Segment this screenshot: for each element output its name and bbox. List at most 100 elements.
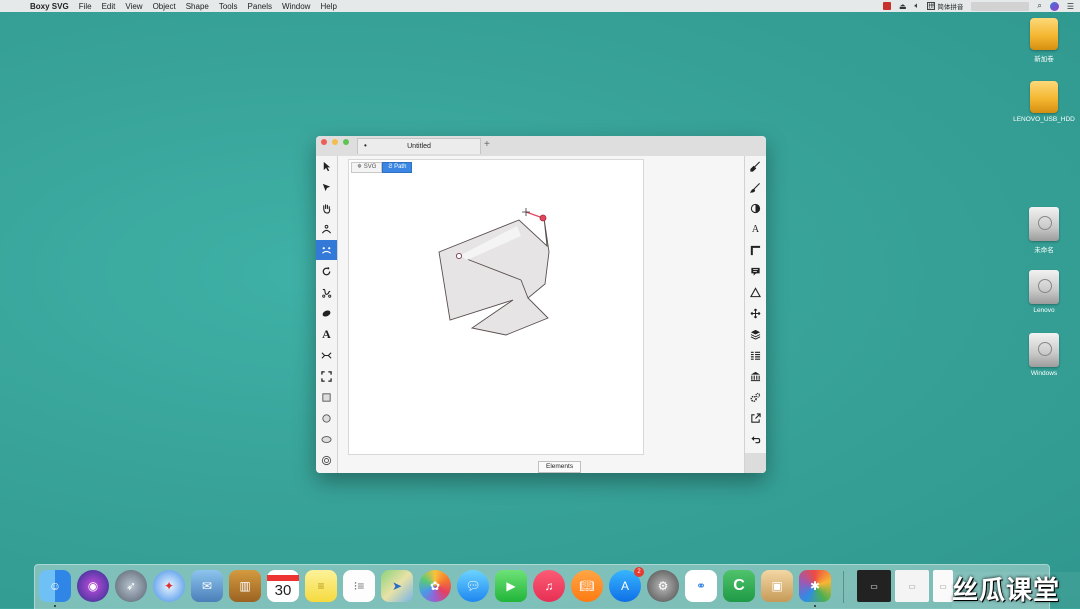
dock-minimized-window-1[interactable]: ▭	[857, 570, 891, 602]
bezier-icon	[322, 288, 332, 298]
panel-geometry[interactable]	[745, 282, 766, 302]
shape-morph-icon	[321, 351, 332, 359]
spotlight-icon[interactable]: ⌕	[1037, 1, 1041, 11]
dock-system-preferences[interactable]: ⚙	[647, 570, 679, 602]
desktop-icon-label: LENOVO_USB_HDD	[1013, 116, 1075, 123]
siri-icon[interactable]	[1049, 1, 1059, 11]
menu-edit[interactable]: Edit	[102, 2, 116, 11]
control-handle-point[interactable]	[539, 214, 547, 222]
dock-baidu-netdisk[interactable]: ⚭	[685, 570, 717, 602]
canvas-area[interactable]: ✵ SVG Ƨ Path Elements	[338, 156, 745, 473]
path-anchor-point[interactable]	[455, 252, 463, 260]
dock-messages[interactable]: 💬︎	[457, 570, 489, 602]
tool-hand[interactable]	[316, 198, 337, 218]
dock-siri[interactable]: ◉	[77, 570, 109, 602]
tool-circle[interactable]	[316, 408, 337, 428]
dock-photos[interactable]: ✿	[419, 570, 451, 602]
desktop-icon-drive-1[interactable]: 新加卷	[1009, 18, 1079, 63]
panel-defs[interactable]	[745, 345, 766, 365]
minimize-window-button[interactable]	[332, 139, 338, 145]
gray-drive-icon	[1029, 207, 1059, 241]
tool-pen-curve[interactable]	[316, 219, 337, 239]
panel-fill[interactable]	[745, 156, 766, 176]
brush-icon	[750, 182, 760, 193]
notification-center-icon[interactable]: ☰	[1067, 2, 1074, 11]
dock-app-store[interactable]: A 2	[609, 567, 644, 602]
panel-transform[interactable]	[745, 303, 766, 323]
new-tab-button[interactable]: +	[484, 139, 490, 150]
dock-archive-utility[interactable]: ▣	[761, 570, 793, 602]
menu-app-name[interactable]: Boxy SVG	[30, 2, 69, 11]
dock-launchpad[interactable]: ➶	[115, 570, 147, 602]
panel-export[interactable]	[745, 408, 766, 428]
dock-camtasia[interactable]: C	[723, 570, 755, 602]
tool-text[interactable]: A	[316, 324, 337, 344]
close-window-button[interactable]	[321, 139, 327, 145]
gear-icon: ⚙	[657, 579, 669, 593]
menu-panels[interactable]: Panels	[248, 2, 272, 11]
desktop-icon-drive-2[interactable]: LENOVO_USB_HDD	[1009, 81, 1079, 123]
tab-untitled[interactable]: • Untitled	[357, 138, 481, 154]
dock-facetime[interactable]: ▶	[495, 570, 527, 602]
tool-rotate[interactable]	[316, 261, 337, 281]
elements-button[interactable]: Elements	[538, 461, 582, 473]
dock-safari[interactable]: ✦	[153, 570, 185, 602]
left-toolbar: A	[316, 156, 338, 473]
input-method-menu[interactable]: 拼 简体拼音	[927, 1, 963, 11]
panel-comments[interactable]	[745, 261, 766, 281]
tool-crop-frame[interactable]	[316, 366, 337, 386]
menu-shape[interactable]: Shape	[186, 2, 209, 11]
panel-typography[interactable]: A	[745, 219, 766, 239]
tool-rectangle[interactable]	[316, 387, 337, 407]
dock-boxy-svg[interactable]: ✱	[799, 570, 831, 602]
menu-file[interactable]: File	[79, 2, 92, 11]
status-app-icon[interactable]	[882, 2, 891, 10]
tool-edit-path[interactable]	[316, 240, 337, 260]
drawing-surface[interactable]	[349, 160, 643, 454]
menu-tools[interactable]: Tools	[219, 2, 238, 11]
panel-stroke[interactable]	[745, 177, 766, 197]
panel-library[interactable]	[745, 366, 766, 386]
tab-title: Untitled	[407, 143, 431, 150]
panel-history[interactable]	[745, 429, 766, 449]
dock-maps[interactable]: ➤	[381, 570, 413, 602]
panel-compositing[interactable]	[745, 198, 766, 218]
menu-bar: Boxy SVG File Edit View Object Shape Too…	[0, 0, 1080, 12]
window-titlebar[interactable]: • Untitled +	[316, 136, 766, 157]
status-clock-area[interactable]	[971, 1, 1030, 11]
menu-view[interactable]: View	[125, 2, 142, 11]
tool-direct-selection[interactable]	[316, 177, 337, 197]
menu-help[interactable]: Help	[320, 2, 336, 11]
tool-bezier[interactable]	[316, 282, 337, 302]
zoom-window-button[interactable]	[343, 139, 349, 145]
dock-calendar[interactable]: 30	[267, 570, 299, 602]
tool-shape-morph[interactable]	[316, 345, 337, 365]
dock-finder[interactable]: ☺	[39, 570, 71, 602]
dock-minimized-window-3[interactable]: ▭	[933, 570, 953, 602]
dock-notes[interactable]: ≡	[305, 570, 337, 602]
desktop-icon-drive-3[interactable]: 未命名	[1009, 207, 1079, 254]
tool-ring[interactable]	[316, 450, 337, 470]
polygon-path-shape[interactable]	[438, 217, 550, 336]
dock-music[interactable]: ♫	[533, 570, 565, 602]
dock-reminders[interactable]: ⁝≡	[343, 570, 375, 602]
desktop-icon-drive-4[interactable]: Lenovo	[1009, 270, 1079, 314]
volume-icon[interactable]: 🔈︎	[915, 1, 920, 11]
dock-books[interactable]: 📖︎	[571, 570, 603, 602]
tool-ellipse[interactable]	[316, 429, 337, 449]
panel-generators[interactable]	[745, 387, 766, 407]
artboard[interactable]: ✵ SVG Ƨ Path	[348, 159, 644, 455]
panel-corners[interactable]	[745, 240, 766, 260]
eject-icon[interactable]: ⏏	[899, 2, 907, 11]
tool-selection-arrow[interactable]	[316, 156, 337, 176]
menu-window[interactable]: Window	[282, 2, 310, 11]
dock-contacts[interactable]: ▥	[229, 570, 261, 602]
reminders-list-icon: ⁝≡	[353, 579, 365, 593]
triangle-icon	[750, 286, 761, 297]
panel-arrangement[interactable]	[745, 324, 766, 344]
tool-blob[interactable]	[316, 303, 337, 323]
dock-mail-bird[interactable]: ✉	[191, 570, 223, 602]
menu-object[interactable]: Object	[153, 2, 176, 11]
dock-minimized-window-2[interactable]: ▭	[895, 570, 929, 602]
desktop-icon-drive-5[interactable]: Windows	[1009, 333, 1079, 377]
